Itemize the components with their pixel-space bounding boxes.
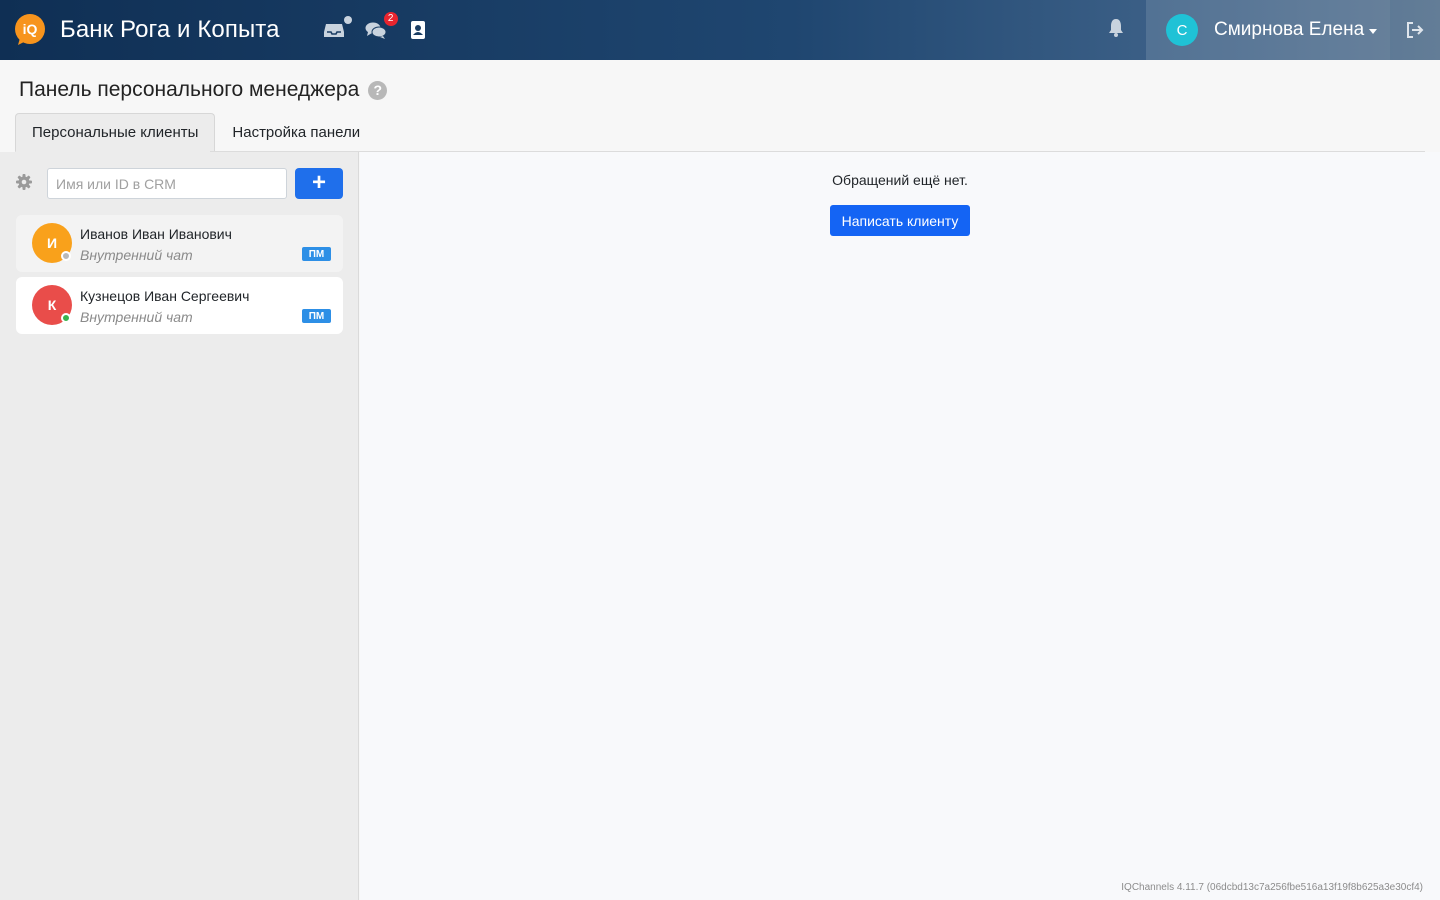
- clients-sidebar: + И Иванов Иван Иванович Внутренний чат …: [0, 152, 359, 900]
- user-menu[interactable]: С Смирнова Елена: [1146, 0, 1390, 60]
- logout-button[interactable]: [1390, 0, 1440, 60]
- logout-icon: [1407, 22, 1424, 38]
- client-tag-badge: ПМ: [302, 309, 331, 323]
- chats-icon[interactable]: 2: [364, 12, 398, 42]
- conversation-panel: Обращений ещё нет. Написать клиенту: [360, 152, 1440, 900]
- tabs: Персональные клиенты Настройка панели: [15, 113, 377, 152]
- client-channel: Внутренний чат: [80, 309, 193, 325]
- client-item[interactable]: И Иванов Иван Иванович Внутренний чат ПМ: [16, 215, 343, 272]
- search-input[interactable]: [47, 168, 287, 199]
- client-name: Иванов Иван Иванович: [80, 226, 232, 242]
- tab-panel-settings[interactable]: Настройка панели: [215, 113, 377, 152]
- client-tag-badge: ПМ: [302, 247, 331, 261]
- inbox-dot: [343, 16, 352, 24]
- empty-state-message: Обращений ещё нет.: [832, 172, 968, 188]
- chevron-down-icon: [1369, 28, 1378, 34]
- user-name: Смирнова Елена: [1214, 19, 1365, 40]
- brand-logo-text: iQ: [23, 21, 38, 37]
- client-channel: Внутренний чат: [80, 247, 193, 263]
- gear-icon[interactable]: [16, 174, 32, 190]
- add-client-label: +: [311, 168, 326, 196]
- client-status-dot: [61, 251, 71, 261]
- brand-logo-icon: iQ: [14, 14, 46, 46]
- help-icon[interactable]: ?: [368, 80, 388, 100]
- page-title-row: Панель персонального менеджера ?: [19, 78, 388, 102]
- client-item[interactable]: К Кузнецов Иван Сергеевич Внутренний чат…: [16, 277, 343, 334]
- chats-badge: 2: [383, 12, 398, 26]
- bell-icon[interactable]: [1107, 18, 1125, 38]
- brand-title: Банк Рога и Копыта: [60, 16, 280, 43]
- version-footer: IQChannels 4.11.7 (06dcbd13c7a256fbe516a…: [1121, 882, 1423, 893]
- top-navbar: iQ Банк Рога и Копыта 2 С Смирнова Елена: [0, 0, 1440, 60]
- inbox-icon[interactable]: [322, 16, 352, 42]
- page-title: Панель персонального менеджера: [19, 78, 360, 101]
- client-status-dot: [61, 313, 71, 323]
- brand[interactable]: iQ Банк Рога и Копыта: [14, 14, 280, 46]
- user-avatar: С: [1166, 14, 1198, 46]
- write-client-button[interactable]: Написать клиенту: [830, 205, 970, 236]
- add-client-button[interactable]: +: [295, 168, 343, 199]
- nav-icons: 2: [322, 12, 430, 42]
- client-name: Кузнецов Иван Сергеевич: [80, 288, 250, 304]
- tab-personal-clients[interactable]: Персональные клиенты: [15, 113, 216, 152]
- contacts-icon[interactable]: [406, 18, 430, 42]
